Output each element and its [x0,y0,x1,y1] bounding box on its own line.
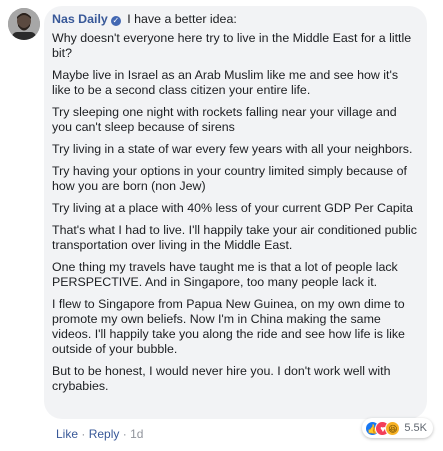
comment-bubble: Nas Daily ✓ I have a better idea: Why doe… [44,6,427,419]
comment-paragraph: One thing my travels have taught me is t… [52,260,398,289]
haha-icon: 😆 [385,420,401,436]
comment-paragraph: Try living in a state of war every few y… [52,142,413,156]
reactions-summary[interactable]: 👍 ♥ 😆 5.5K [362,418,433,438]
comment-paragraph: Try having your options in your country … [52,164,407,193]
comment-paragraph: Try sleeping one night with rockets fall… [52,105,397,134]
comment-paragraph: Try living at a place with 40% less of y… [52,201,413,215]
separator: · [122,427,127,441]
comment-paragraph: But to be honest, I would never hire you… [52,364,391,393]
avatar[interactable] [8,8,40,40]
comment-actions: Like · Reply · 1d [56,427,143,441]
like-link[interactable]: Like [56,427,78,441]
comment-header: Nas Daily ✓ I have a better idea: [52,12,417,27]
comment-paragraph: I flew to Singapore from Papua New Guine… [52,297,405,356]
separator: · [81,427,86,441]
avatar-image [8,8,40,40]
comment-paragraph: That's what I had to live. I'll happily … [52,223,417,252]
verified-badge-icon: ✓ [110,16,121,26]
reaction-count: 5.5K [404,422,427,434]
reply-link[interactable]: Reply [89,427,120,441]
comment-paragraph: Why doesn't everyone here try to live in… [52,31,412,60]
comment-paragraph: Maybe live in Israel as an Arab Muslim l… [52,68,399,97]
comment-first-line: I have a better idea: [127,12,237,26]
author-name[interactable]: Nas Daily [52,12,108,26]
timestamp[interactable]: 1d [130,427,143,441]
